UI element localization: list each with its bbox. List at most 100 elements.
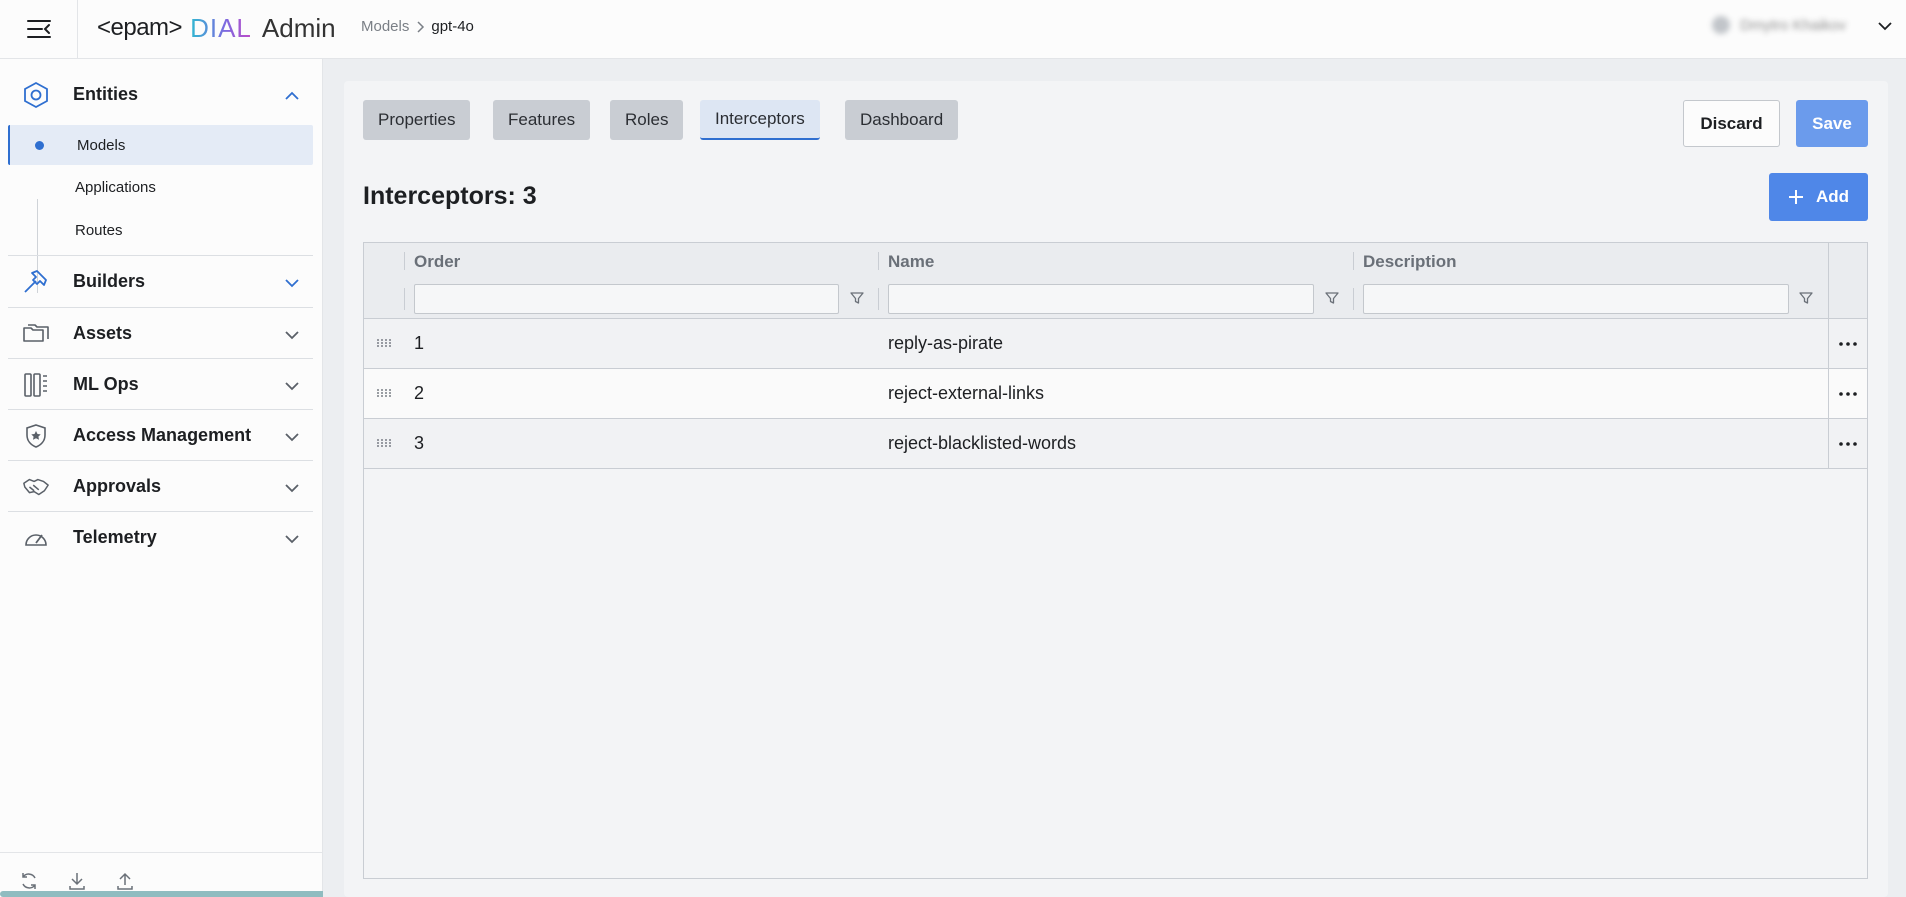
sidebar: Entities Models Applications Routes Buil… (0, 59, 323, 897)
logo-epam: <epam> (97, 14, 183, 41)
tab-properties[interactable]: Properties (363, 100, 471, 140)
drag-handle-icon[interactable] (376, 387, 392, 399)
sidebar-item-applications[interactable]: Applications (8, 167, 313, 207)
column-separator[interactable] (1353, 252, 1354, 270)
add-interceptor-button[interactable]: Add (1769, 173, 1868, 221)
tab-dashboard[interactable]: Dashboard (845, 100, 959, 140)
sidebar-section-label: Approvals (73, 476, 162, 496)
sidebar-footer-actions (18, 870, 136, 892)
tab-interceptors[interactable]: Interceptors (700, 100, 820, 140)
sidebar-item-routes[interactable]: Routes (8, 210, 313, 250)
folders-icon (22, 320, 50, 348)
save-button[interactable]: Save (1796, 100, 1868, 147)
column-separator[interactable] (878, 252, 879, 270)
logo-admin: Admin (261, 12, 336, 43)
chevron-down-icon (285, 429, 299, 447)
filter-separator (404, 288, 405, 310)
column-header-order[interactable]: Order (414, 243, 460, 280)
more-horizontal-icon (1839, 341, 1857, 346)
mlops-icon (22, 371, 50, 399)
filter-separator (1353, 288, 1354, 310)
drag-handle-icon[interactable] (376, 437, 392, 449)
top-bar: <epam> DIAL Admin Models gpt-4o Dmytro K… (0, 0, 1906, 59)
chevron-down-icon (285, 378, 299, 396)
cell-name: reject-external-links (888, 383, 1045, 403)
user-name: Dmytro Khaikov (1740, 16, 1846, 34)
filter-icon[interactable] (1324, 290, 1340, 306)
sidebar-section-telemetry[interactable]: Telemetry (8, 512, 313, 563)
upload-icon[interactable] (114, 870, 136, 892)
app-logo[interactable]: <epam> DIAL Admin (97, 10, 336, 46)
shield-star-icon (22, 422, 50, 450)
tab-features[interactable]: Features (493, 100, 591, 140)
breadcrumb: Models gpt-4o (361, 18, 474, 35)
chevron-down-icon (285, 275, 299, 293)
cell-order: 2 (414, 383, 425, 403)
chevron-up-icon (285, 88, 299, 106)
logo-dial: DIAL (190, 12, 252, 43)
sidebar-item-label: Applications (75, 178, 156, 196)
chevron-down-icon (285, 480, 299, 498)
sidebar-section-approvals[interactable]: Approvals (8, 461, 313, 512)
cell-order: 1 (414, 333, 425, 353)
add-button-label: Add (1815, 187, 1850, 206)
user-menu[interactable]: Dmytro Khaikov (1712, 16, 1846, 34)
sidebar-section-label: Assets (73, 323, 133, 343)
table-row[interactable]: 3 reject-blacklisted-words (364, 419, 1867, 469)
more-horizontal-icon (1839, 441, 1857, 446)
sidebar-section-label: ML Ops (73, 374, 139, 394)
cell-order: 3 (414, 433, 425, 453)
avatar (1712, 16, 1731, 34)
sidebar-section-builders[interactable]: Builders (8, 256, 313, 307)
sidebar-section-access-management[interactable]: Access Management (8, 410, 313, 461)
drag-handle-icon[interactable] (376, 337, 392, 349)
chevron-down-icon (285, 327, 299, 345)
order-filter-input[interactable] (414, 284, 839, 314)
cell-name: reply-as-pirate (888, 333, 1004, 353)
hexagon-icon (22, 81, 50, 109)
row-actions-button[interactable] (1828, 419, 1867, 468)
plus-icon (1788, 190, 1803, 204)
more-horizontal-icon (1839, 391, 1857, 396)
filter-icon[interactable] (849, 290, 865, 306)
table-row[interactable]: 1 reply-as-pirate (364, 319, 1867, 369)
column-header-description[interactable]: Description (1363, 243, 1457, 280)
sidebar-item-label: Models (77, 136, 126, 154)
sidebar-section-label: Builders (73, 271, 146, 291)
menu-toggle-button[interactable] (0, 0, 78, 58)
discard-button[interactable]: Discard (1683, 100, 1780, 147)
gauge-icon (22, 524, 50, 552)
download-icon[interactable] (66, 870, 88, 892)
breadcrumb-models-link[interactable]: Models (361, 18, 409, 35)
sidebar-item-models[interactable]: Models (8, 125, 313, 165)
sidebar-section-ml-ops[interactable]: ML Ops (8, 359, 313, 410)
chevron-down-icon (1878, 22, 1892, 31)
menu-collapse-icon (26, 20, 51, 38)
sidebar-item-label: Routes (75, 221, 123, 239)
user-menu-toggle[interactable] (1878, 18, 1892, 36)
tab-roles[interactable]: Roles (610, 100, 684, 140)
table-row[interactable]: 2 reject-external-links (364, 369, 1867, 419)
actions-column-header (1828, 243, 1867, 319)
row-actions-button[interactable] (1828, 319, 1867, 368)
handshake-icon (22, 473, 50, 501)
sidebar-section-label: Access Management (73, 425, 252, 445)
chevron-down-icon (285, 531, 299, 549)
sidebar-section-label: Entities (73, 84, 139, 104)
filter-separator (878, 288, 879, 310)
filter-icon[interactable] (1798, 290, 1814, 306)
active-dot (35, 141, 44, 150)
description-filter-input[interactable] (1363, 284, 1789, 314)
interceptors-grid: Order Name Description 1 reply-as-pirate… (363, 242, 1868, 879)
sidebar-section-entities[interactable]: Entities (8, 69, 313, 120)
breadcrumb-current: gpt-4o (431, 18, 474, 35)
refresh-icon[interactable] (18, 870, 40, 892)
name-filter-input[interactable] (888, 284, 1314, 314)
column-header-name[interactable]: Name (888, 243, 934, 280)
sidebar-section-label: Telemetry (73, 527, 157, 547)
sidebar-section-assets[interactable]: Assets (8, 308, 313, 359)
row-actions-button[interactable] (1828, 369, 1867, 418)
sidebar-footer-divider (0, 852, 323, 853)
chevron-right-icon (417, 20, 425, 33)
interceptors-title: Interceptors: 3 (363, 182, 537, 210)
